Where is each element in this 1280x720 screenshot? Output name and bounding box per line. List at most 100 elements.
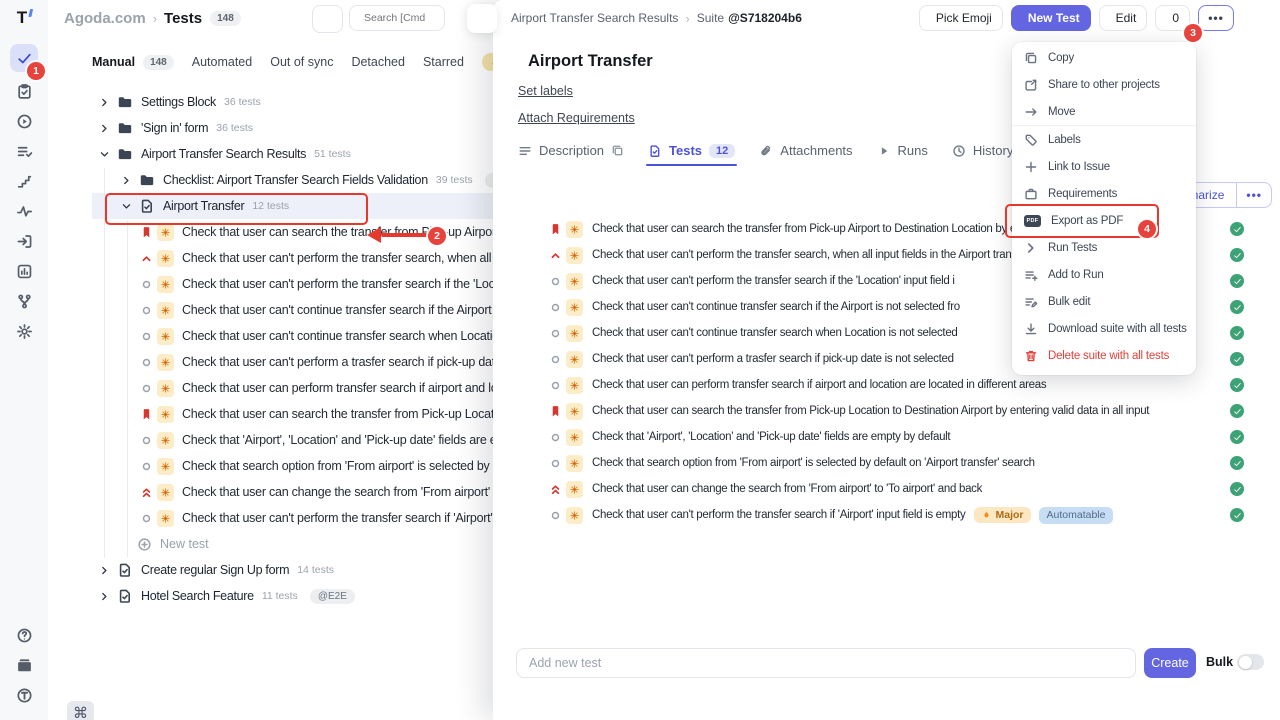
check-icon bbox=[1233, 407, 1242, 416]
rail-item-steps[interactable] bbox=[10, 170, 38, 192]
status-passed-icon bbox=[1230, 274, 1244, 288]
tree-test-row[interactable]: Check that user can't perform the transf… bbox=[48, 505, 493, 531]
rail-item-activity[interactable] bbox=[10, 200, 38, 222]
menu-item-download-suite-with-all-tests[interactable]: Download suite with all tests bbox=[1012, 315, 1196, 342]
tree-test-row[interactable]: Check that user can perform transfer sea… bbox=[48, 375, 493, 401]
breadcrumb-parent[interactable]: Airport Transfer Search Results bbox=[511, 11, 678, 25]
filter-tab-automated[interactable]: Automated bbox=[192, 55, 252, 69]
filter-button[interactable] bbox=[312, 5, 343, 33]
tree-test-row[interactable]: Check that search option from 'From airp… bbox=[48, 453, 493, 479]
tree-node-count: 51 tests bbox=[314, 148, 351, 160]
tree-test-row[interactable]: Check that 'Airport', 'Location' and 'Pi… bbox=[48, 427, 493, 453]
app-logo[interactable]: T bbox=[0, 8, 48, 28]
filter-tab-sev[interactable]: Sev bbox=[482, 53, 493, 71]
tree-folder-row[interactable]: Settings Block36 tests bbox=[48, 89, 493, 115]
search-input[interactable] bbox=[362, 11, 430, 25]
tree-folder-row[interactable]: Checklist: Airport Transfer Search Field… bbox=[48, 167, 493, 193]
status-passed-icon bbox=[1230, 248, 1244, 262]
rail-item-sign-in[interactable] bbox=[10, 230, 38, 252]
test-title: Check that user can't continue transfer … bbox=[182, 303, 493, 317]
rail-item-chart[interactable] bbox=[10, 260, 38, 282]
rail-item-library[interactable] bbox=[10, 654, 38, 676]
tree-suite-row[interactable]: Hotel Search Feature11 tests@E2E bbox=[48, 583, 493, 609]
tree-test-row[interactable]: Check that user can search the transfer … bbox=[48, 219, 493, 245]
tree-test-row[interactable]: Check that user can't continue transfer … bbox=[48, 297, 493, 323]
menu-item-move[interactable]: Move bbox=[1012, 98, 1196, 125]
bookmark-icon bbox=[140, 408, 153, 421]
tab-tests[interactable]: Tests12 bbox=[648, 143, 735, 158]
tree-node-count: 12 tests bbox=[252, 200, 289, 212]
priority-normal-icon bbox=[548, 379, 562, 392]
tab-label: Tests bbox=[669, 143, 702, 158]
tree-test-row[interactable]: Check that user can't perform the transf… bbox=[48, 271, 493, 297]
filter-tab-label: Detached bbox=[351, 55, 405, 69]
filter-tab-manual[interactable]: Manual148 bbox=[92, 55, 174, 70]
badge-automatable: Automatable bbox=[1039, 507, 1114, 524]
tree-test-row[interactable]: Check that user can search the transfer … bbox=[48, 401, 493, 427]
summarize-more-button[interactable]: ••• bbox=[1236, 182, 1272, 208]
rail-item-help[interactable] bbox=[10, 624, 38, 646]
new-test-row[interactable]: New test bbox=[48, 531, 493, 557]
menu-item-run-tests[interactable]: Run Tests bbox=[1012, 234, 1196, 261]
menu-item-delete-suite-with-all-tests[interactable]: Delete suite with all tests bbox=[1012, 342, 1196, 369]
tab-label: History bbox=[973, 143, 1013, 158]
create-button[interactable]: Create bbox=[1144, 648, 1196, 678]
rail-item-list-check[interactable] bbox=[10, 140, 38, 162]
menu-item-copy[interactable]: Copy bbox=[1012, 44, 1196, 71]
rail-item-play-circle[interactable] bbox=[10, 110, 38, 132]
breadcrumb-project[interactable]: Agoda.com bbox=[64, 10, 146, 27]
rail-item-logo-circle[interactable] bbox=[10, 684, 38, 706]
tab-attachments[interactable]: Attachments bbox=[759, 143, 852, 158]
suite-test-row[interactable]: Check that user can search the transfer … bbox=[493, 398, 1280, 424]
suite-test-row[interactable]: Check that user can perform transfer sea… bbox=[493, 372, 1280, 398]
panel-close-button[interactable] bbox=[467, 4, 497, 33]
suite-test-row[interactable]: Check that user can't perform the transf… bbox=[493, 502, 1280, 528]
tab-runs[interactable]: Runs bbox=[877, 143, 928, 158]
filter-tab-detached[interactable]: Detached bbox=[351, 55, 405, 69]
set-labels-link[interactable]: Set labels bbox=[518, 84, 573, 98]
tree-folder-row[interactable]: Airport Transfer Search Results51 tests bbox=[48, 141, 493, 167]
rail-item-clipboard-check[interactable] bbox=[10, 80, 38, 102]
menu-item-export-as-pdf[interactable]: PDFExport as PDF bbox=[1012, 207, 1196, 234]
tree-suite-row[interactable]: Create regular Sign Up form14 tests bbox=[48, 557, 493, 583]
steps-icon bbox=[16, 173, 33, 190]
menu-item-requirements[interactable]: Requirements bbox=[1012, 180, 1196, 207]
suite-test-row[interactable]: Check that search option from 'From airp… bbox=[493, 450, 1280, 476]
tree-test-row[interactable]: Check that user can't perform a trasfer … bbox=[48, 349, 493, 375]
tree-test-row[interactable]: Check that user can't perform the transf… bbox=[48, 245, 493, 271]
test-title: Check that user can't perform a trasfer … bbox=[592, 353, 954, 365]
tree-suite-row[interactable]: Airport Transfer12 tests bbox=[48, 193, 493, 219]
pick-emoji-button[interactable]: Pick Emoji bbox=[919, 5, 1003, 31]
menu-item-share-to-other-projects[interactable]: Share to other projects bbox=[1012, 71, 1196, 98]
menu-item-link-to-issue[interactable]: Link to Issue bbox=[1012, 153, 1196, 180]
attach-requirements-link[interactable]: Attach Requirements bbox=[518, 111, 635, 125]
test-title: Check that user can't continue transfer … bbox=[592, 301, 960, 313]
help-icon bbox=[16, 627, 33, 644]
tree-test-row[interactable]: Check that user can't continue transfer … bbox=[48, 323, 493, 349]
bulk-label[interactable]: Bulk bbox=[1206, 655, 1233, 669]
tab-description[interactable]: Description bbox=[518, 143, 624, 158]
filter-tab-out-of-sync[interactable]: Out of sync bbox=[270, 55, 333, 69]
menu-item-labels[interactable]: Labels bbox=[1012, 125, 1196, 153]
suite-test-row[interactable]: Check that user can change the search fr… bbox=[493, 476, 1280, 502]
breadcrumb-section[interactable]: Tests bbox=[164, 10, 202, 27]
edit-button[interactable]: Edit bbox=[1099, 5, 1148, 31]
menu-item-bulk-edit[interactable]: Bulk edit bbox=[1012, 288, 1196, 315]
rail-item-gear[interactable] bbox=[10, 320, 38, 342]
tree-test-row[interactable]: Check that user can change the search fr… bbox=[48, 479, 493, 505]
rail-item-branch[interactable] bbox=[10, 290, 38, 312]
menu-item-add-to-run[interactable]: Add to Run bbox=[1012, 261, 1196, 288]
burst-icon bbox=[160, 331, 171, 342]
more-actions-button[interactable]: ••• bbox=[1198, 5, 1234, 31]
add-new-test-input[interactable] bbox=[516, 648, 1136, 678]
tree-folder-row[interactable]: 'Sign in' form36 tests bbox=[48, 115, 493, 141]
check-icon bbox=[1233, 329, 1242, 338]
close-button[interactable] bbox=[1258, 5, 1266, 31]
burst-icon bbox=[569, 224, 580, 235]
tab-history[interactable]: History bbox=[952, 143, 1013, 158]
suite-test-row[interactable]: Check that 'Airport', 'Location' and 'Pi… bbox=[493, 424, 1280, 450]
filter-tab-starred[interactable]: Starred bbox=[423, 55, 464, 69]
new-test-button[interactable]: New Test bbox=[1011, 5, 1091, 31]
bulk-toggle[interactable] bbox=[1237, 654, 1264, 670]
pin-button[interactable] bbox=[1242, 5, 1250, 31]
